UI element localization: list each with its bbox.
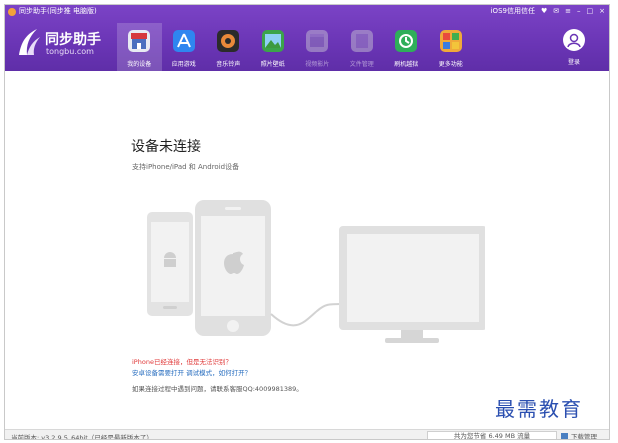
- nav-label: 照片壁纸: [260, 61, 285, 68]
- download-label: 下载管理: [571, 433, 597, 440]
- nav-label: 更多功能: [438, 61, 463, 68]
- nav-label: 视频影片: [305, 61, 330, 68]
- video-icon: [306, 30, 328, 52]
- app-window: 同步助手(同步推 电脑版) iOS9信用信任 ♥ ✉ ≡ – □ × 同步助手 …: [4, 4, 610, 440]
- nav-apps-games[interactable]: 应用游戏: [162, 23, 207, 71]
- computer-monitor-icon: [339, 226, 485, 343]
- page-title: 设备未连接: [131, 139, 201, 155]
- flash-icon: [395, 30, 417, 52]
- favorite-icon[interactable]: ♥: [541, 7, 547, 15]
- contact-support-text: 如果连接过程中遇到问题，请联系客服QQ:4009981389。: [132, 385, 303, 393]
- connect-device-illustration: [147, 200, 485, 343]
- main-nav: 我的设备 应用游戏 音乐铃声 照片壁纸 视频影片 文件管理 刷机越狱 更多功能: [117, 23, 473, 71]
- maximize-button[interactable]: □: [587, 7, 594, 15]
- window-title: 同步助手(同步推 电脑版): [19, 7, 97, 15]
- app-logo-icon: [8, 8, 16, 16]
- window-controls: iOS9信用信任 ♥ ✉ ≡ – □ ×: [491, 6, 605, 16]
- iphone-not-recognized-link[interactable]: iPhone已经连接，但是无法识别？: [132, 356, 232, 366]
- message-icon[interactable]: ✉: [553, 7, 559, 15]
- nav-label: 文件管理: [349, 61, 374, 68]
- android-debug-mode-link[interactable]: 安卓设备需要打开 调试模式，如何打开？: [132, 367, 251, 377]
- brand-url: tongbu.com: [46, 47, 94, 56]
- version-text: 当前版本: v3.2.9.5_64bit（已经是最新版本了）: [11, 434, 153, 440]
- nav-video[interactable]: 视频影片: [295, 23, 340, 71]
- brand-name: 同步助手: [45, 32, 101, 48]
- data-saved-indicator: 共为您节省 6.49 MB 流量: [427, 431, 557, 439]
- top-toolbar: 同步助手(同步推 电脑版) iOS9信用信任 ♥ ✉ ≡ – □ × 同步助手 …: [5, 5, 609, 71]
- brand-mark-icon: [19, 29, 40, 55]
- nav-more[interactable]: 更多功能: [429, 23, 474, 71]
- usb-cable-icon: [270, 303, 342, 327]
- nav-label: 刷机越狱: [394, 61, 419, 68]
- watermark: 最需教育: [495, 397, 583, 421]
- nav-my-device[interactable]: 我的设备: [117, 23, 162, 71]
- nav-files[interactable]: 文件管理: [340, 23, 385, 71]
- more-icon: [439, 30, 462, 52]
- nav-label: 音乐铃声: [216, 61, 241, 68]
- music-icon: [217, 30, 239, 52]
- photo-icon: [261, 30, 284, 52]
- login-button[interactable]: 登录: [556, 29, 592, 69]
- my-device-icon: [128, 30, 150, 52]
- download-manager-button[interactable]: 下载管理: [561, 431, 597, 440]
- minimize-button[interactable]: –: [577, 7, 581, 15]
- login-label: 登录: [567, 59, 580, 66]
- close-button[interactable]: ×: [599, 7, 605, 15]
- status-bar: 当前版本: v3.2.9.5_64bit（已经是最新版本了） 共为您节省 6.4…: [5, 429, 609, 440]
- nav-music[interactable]: 音乐铃声: [206, 23, 251, 71]
- nav-flash-jailbreak[interactable]: 刷机越狱: [384, 23, 429, 71]
- brand-logo: 同步助手 tongbu.com: [15, 27, 115, 61]
- app-store-icon: [172, 30, 195, 52]
- download-icon: [561, 432, 568, 439]
- page-subtitle: 支持iPhone/iPad 和 Android设备: [132, 163, 240, 171]
- iphone-icon: [195, 200, 271, 336]
- android-phone-icon: [147, 212, 193, 316]
- title-bar: 同步助手(同步推 电脑版) iOS9信用信任 ♥ ✉ ≡ – □ ×: [5, 5, 609, 19]
- user-icon: [563, 29, 585, 51]
- nav-photos[interactable]: 照片壁纸: [251, 23, 296, 71]
- main-content: 设备未连接 支持iPhone/iPad 和 Android设备 iPhone已经…: [5, 71, 609, 429]
- nav-label: 应用游戏: [171, 61, 196, 68]
- nav-label: 我的设备: [127, 61, 152, 68]
- ios9-trust-button[interactable]: iOS9信用信任: [491, 6, 535, 16]
- menu-icon[interactable]: ≡: [565, 7, 571, 15]
- file-icon: [350, 30, 373, 52]
